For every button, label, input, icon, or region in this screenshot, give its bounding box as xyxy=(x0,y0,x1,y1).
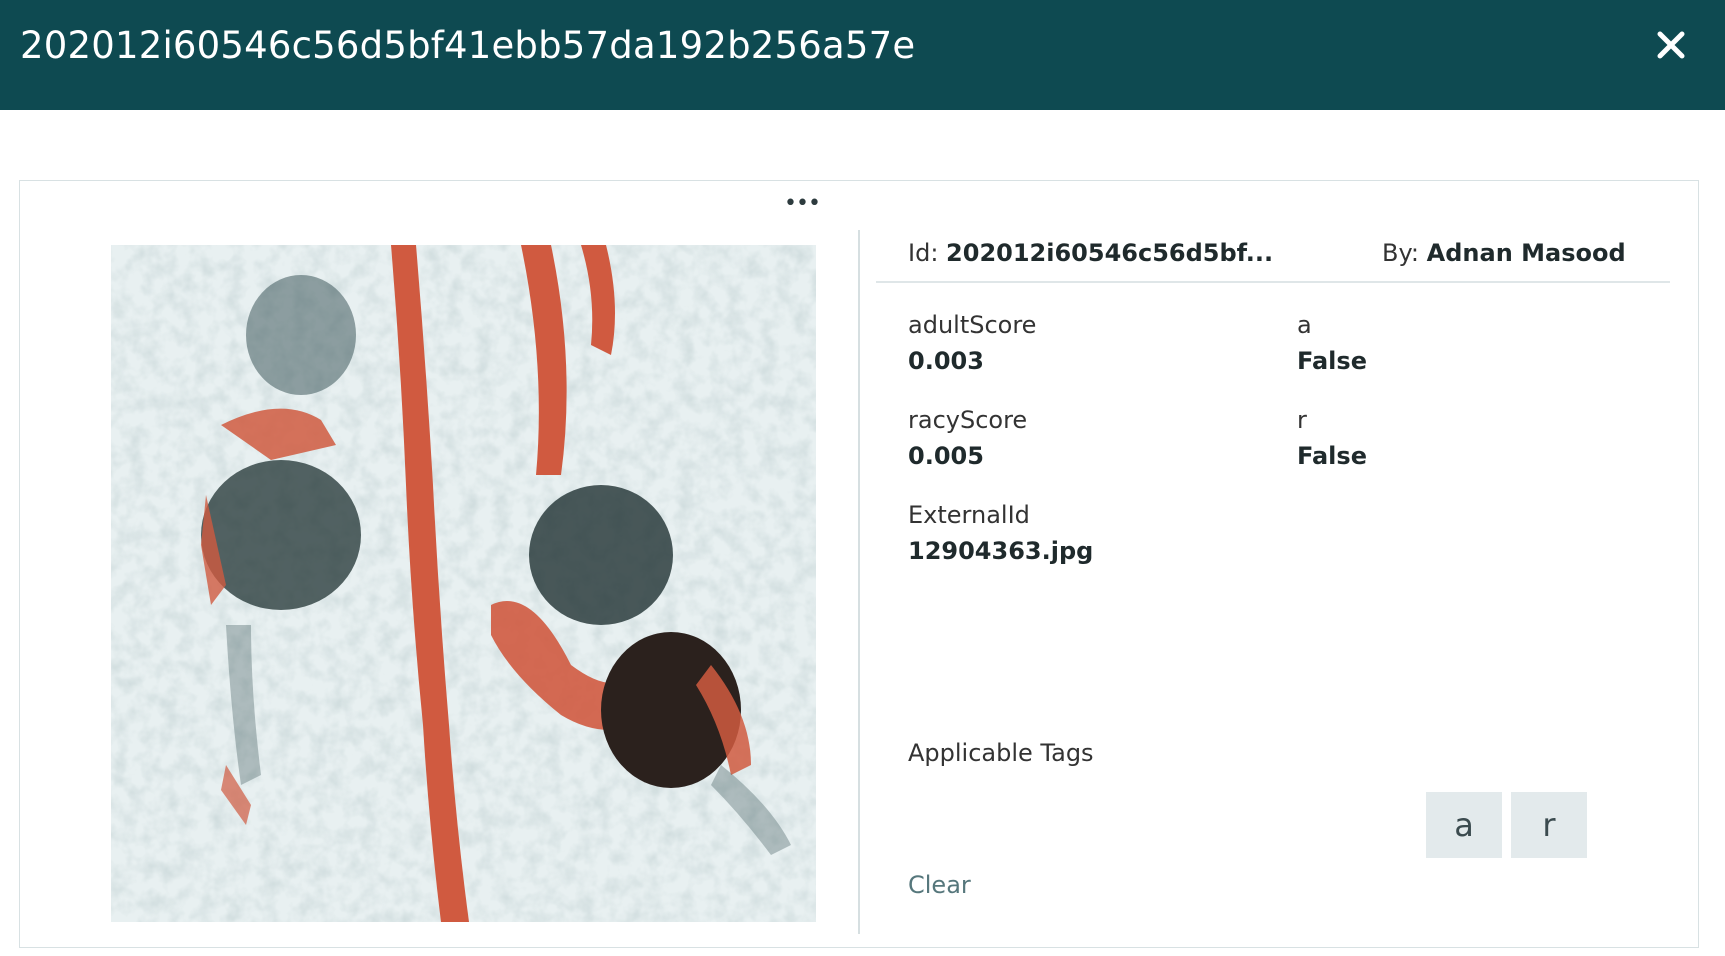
more-horizontal-icon[interactable]: ••• xyxy=(784,193,821,215)
dialog-title: 202012i60546c56d5bf41ebb57da192b256a57e xyxy=(20,24,916,67)
image-id: Id: 202012i60546c56d5bf... xyxy=(908,239,1273,267)
meta-row: Id: 202012i60546c56d5bf... By: Adnan Mas… xyxy=(876,223,1670,283)
field-key: racyScore xyxy=(908,406,1028,434)
field-adult-score: adultScore 0.003 xyxy=(908,307,1036,379)
field-key: r xyxy=(1297,406,1307,434)
vertical-divider xyxy=(858,230,860,934)
field-r: r False xyxy=(1297,402,1367,474)
id-value: 202012i60546c56d5bf... xyxy=(946,239,1274,267)
dialog-header: 202012i60546c56d5bf41ebb57da192b256a57e xyxy=(0,0,1725,110)
field-a: a False xyxy=(1297,307,1367,379)
field-value: False xyxy=(1297,347,1367,375)
applicable-tags-label: Applicable Tags xyxy=(908,739,1094,767)
field-value: 12904363.jpg xyxy=(908,537,1094,565)
field-value: 0.003 xyxy=(908,347,984,375)
id-label: Id: xyxy=(908,239,939,267)
field-value: False xyxy=(1297,442,1367,470)
field-key: adultScore xyxy=(908,311,1037,339)
image-preview xyxy=(111,245,816,922)
by-label: By: xyxy=(1382,239,1420,267)
tag-button-r[interactable]: r xyxy=(1511,792,1587,858)
by-value: Adnan Masood xyxy=(1426,239,1626,267)
image-review-card: ••• Id: 202012i60546c56d5bf... By: Adnan… xyxy=(19,180,1699,948)
author: By: Adnan Masood xyxy=(1382,239,1626,267)
close-button[interactable] xyxy=(1651,25,1691,65)
close-icon[interactable] xyxy=(1651,25,1691,65)
clear-link[interactable]: Clear xyxy=(908,871,971,899)
field-value: 0.005 xyxy=(908,442,984,470)
field-key: a xyxy=(1297,311,1312,339)
field-racy-score: racyScore 0.005 xyxy=(908,402,1027,474)
tag-button-a[interactable]: a xyxy=(1426,792,1502,858)
field-external-id: ExternalId 12904363.jpg xyxy=(908,497,1093,569)
field-key: ExternalId xyxy=(908,501,1030,529)
swimmers-photo xyxy=(111,245,816,922)
